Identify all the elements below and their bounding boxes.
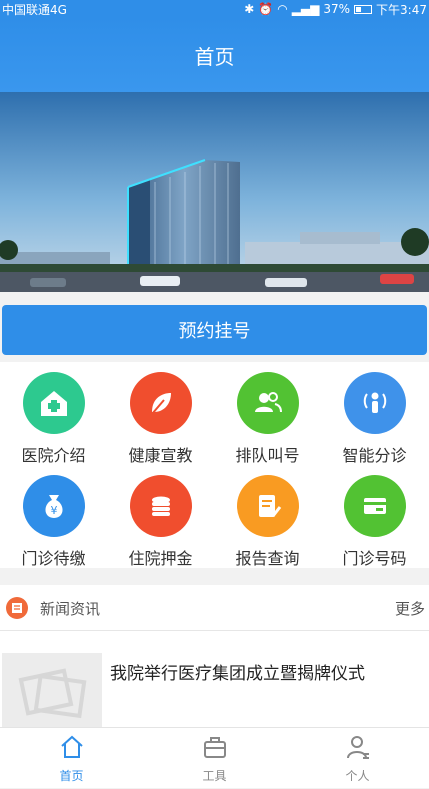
home-icon — [60, 735, 83, 758]
service-label: 排队叫号 — [235, 446, 300, 465]
status-icons: ✱ ⏰ ◠ ▂▄▆ 37% 下午3:47 — [244, 1, 427, 18]
tab-label: 个人 — [345, 769, 370, 783]
money-bag-icon: ¥ — [22, 475, 85, 537]
service-inpatient-deposit[interactable]: 住院押金 — [107, 465, 214, 568]
person-signal-icon — [343, 372, 406, 434]
card-icon — [343, 475, 406, 537]
service-label: 报告查询 — [235, 549, 300, 568]
svg-text:¥: ¥ — [50, 504, 57, 517]
wifi-icon: ◠ — [277, 2, 288, 16]
tab-profile[interactable]: 个人 — [286, 728, 429, 789]
news-section-header: 新闻资讯 更多 — [0, 585, 429, 631]
toolbox-icon — [203, 737, 226, 758]
news-list-item[interactable]: 我院举行医疗集团成立暨揭牌仪式 — [0, 631, 429, 727]
service-label: 门诊待缴 — [21, 549, 86, 568]
service-smart-triage[interactable]: 智能分诊 — [321, 362, 428, 465]
person-icon — [346, 736, 369, 759]
hospital-banner-image[interactable] — [0, 92, 429, 292]
app-bar: 首页 — [0, 18, 429, 92]
service-grid: 医院介绍 健康宣教 排队叫号 智能分诊 ¥ 门诊待缴 住院押金 报告查询 门诊号… — [0, 362, 429, 568]
status-bar: 中国联通4G ✱ ⏰ ◠ ▂▄▆ 37% 下午3:47 — [0, 0, 429, 18]
image-placeholder-icon — [2, 653, 102, 727]
clock-label: 下午3:47 — [376, 2, 427, 17]
report-icon — [236, 475, 299, 537]
battery-icon — [354, 4, 373, 14]
service-label: 医院介绍 — [21, 446, 86, 465]
people-icon — [236, 372, 299, 434]
tab-home[interactable]: 首页 — [0, 728, 143, 789]
service-label: 智能分诊 — [342, 446, 407, 465]
news-section-title: 新闻资讯 — [40, 600, 101, 618]
page-title: 首页 — [194, 44, 235, 69]
news-thumbnail — [2, 653, 102, 727]
alarm-icon: ⏰ — [258, 2, 274, 16]
service-queue[interactable]: 排队叫号 — [214, 362, 321, 465]
leaf-icon — [129, 372, 192, 434]
hospital-building-illustration — [0, 92, 429, 292]
service-outpatient-number[interactable]: 门诊号码 — [321, 465, 428, 568]
coins-icon — [129, 475, 192, 537]
newspaper-icon — [6, 597, 28, 619]
carrier-label: 中国联通4G — [2, 2, 67, 17]
signal-icon: ▂▄▆ — [291, 2, 320, 16]
service-outpatient-payment[interactable]: ¥ 门诊待缴 — [0, 465, 107, 568]
battery-percent: 37% — [323, 2, 351, 16]
service-report-query[interactable]: 报告查询 — [214, 465, 321, 568]
tab-label: 工具 — [202, 769, 227, 783]
bottom-tab-bar: 首页 工具 个人 — [0, 727, 429, 788]
tab-label: 首页 — [59, 769, 84, 783]
service-label: 门诊号码 — [342, 549, 407, 568]
service-label: 健康宣教 — [128, 446, 193, 465]
book-appointment-label: 预约挂号 — [178, 321, 251, 342]
service-health-education[interactable]: 健康宣教 — [107, 362, 214, 465]
news-more-link[interactable]: 更多 — [395, 598, 425, 619]
service-hospital-intro[interactable]: 医院介绍 — [0, 362, 107, 465]
news-headline: 我院举行医疗集团成立暨揭牌仪式 — [110, 664, 365, 684]
service-label: 住院押金 — [128, 549, 193, 568]
tab-tools[interactable]: 工具 — [143, 728, 286, 789]
book-appointment-button[interactable]: 预约挂号 — [2, 305, 427, 355]
hospital-icon — [22, 372, 85, 434]
bluetooth-icon: ✱ — [244, 2, 255, 16]
